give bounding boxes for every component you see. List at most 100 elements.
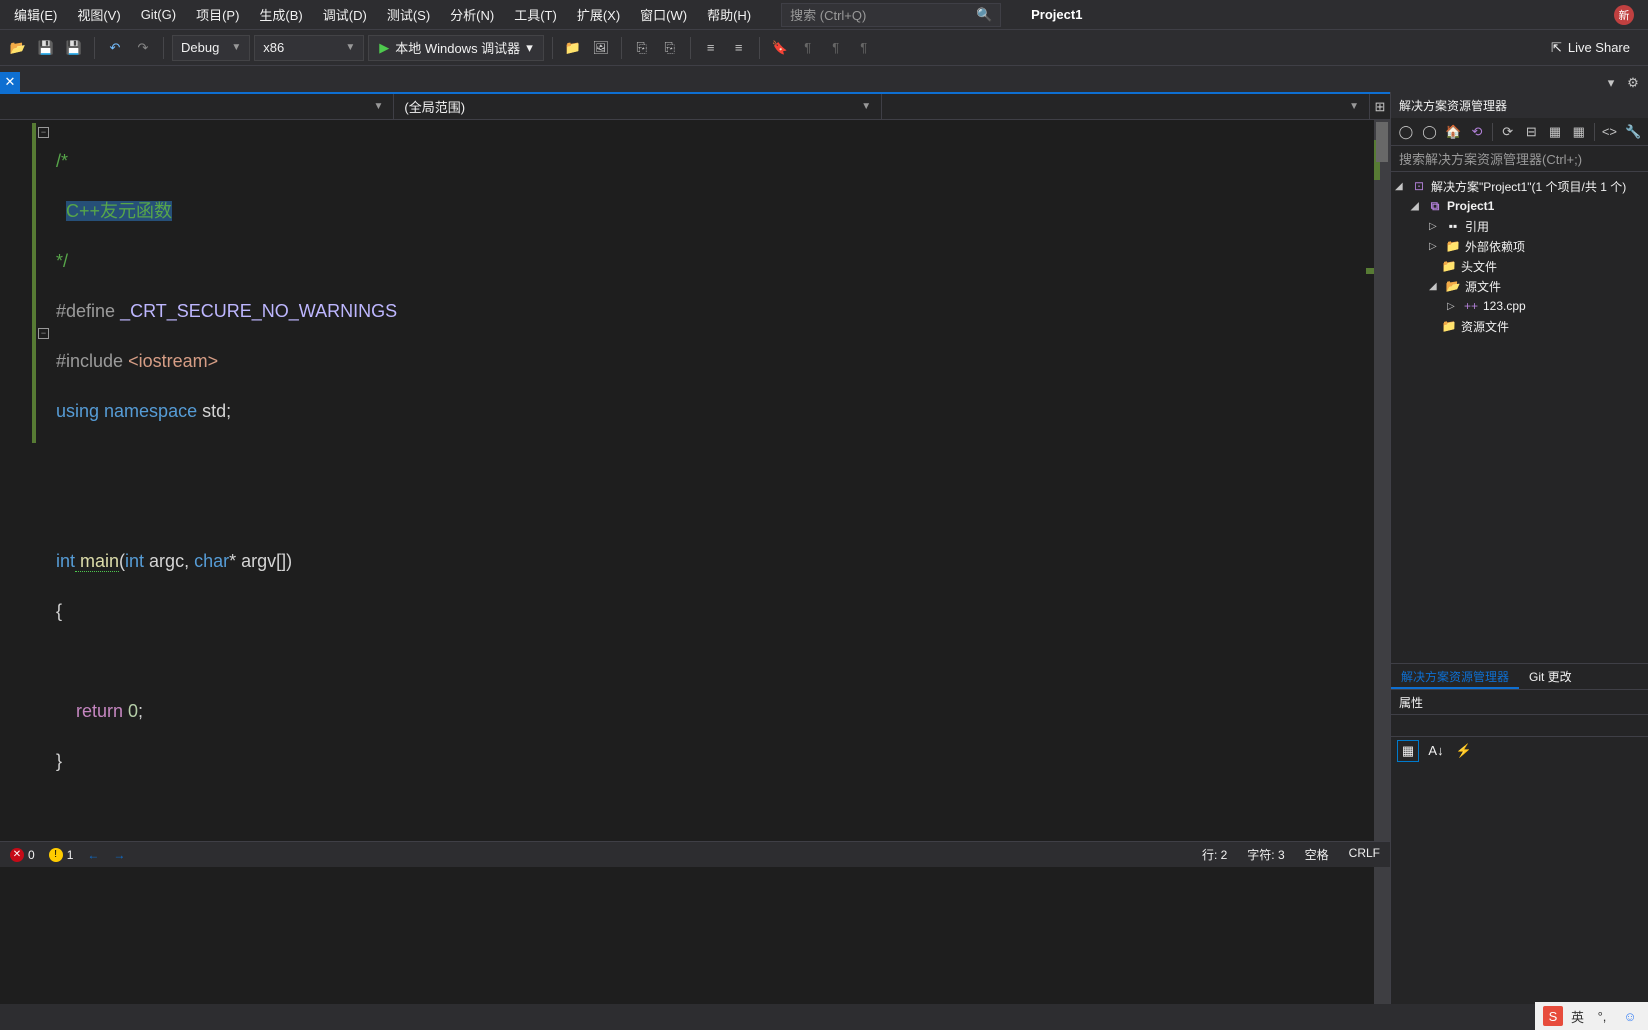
errors-indicator[interactable]: ✕ 0 [10, 848, 35, 862]
properties-panel: 属性 ▦ A↓ ⚡ [1391, 689, 1648, 1004]
expand-icon[interactable]: ▷ [1447, 301, 1459, 312]
liveshare-label: Live Share [1568, 40, 1630, 55]
undo-icon[interactable]: ↶ [103, 36, 127, 60]
fold-column: − − [36, 120, 56, 1004]
save-all-icon[interactable]: 💾 [62, 36, 86, 60]
solution-tree: ◢ ⊡ 解决方案"Project1"(1 个项目/共 1 个) ◢ ⧉ Proj… [1391, 172, 1648, 663]
menu-build[interactable]: 生成(B) [249, 1, 312, 28]
code-editor[interactable]: − − /* C++友元函数 */ #define _CRT_SECURE_NO… [0, 120, 1390, 1004]
ime-lang[interactable]: 英 [1571, 1007, 1584, 1026]
redo-icon[interactable]: ↷ [131, 36, 155, 60]
tree-solution-root[interactable]: ◢ ⊡ 解决方案"Project1"(1 个项目/共 1 个) [1391, 176, 1648, 196]
split-icon[interactable]: ⊞ [1370, 94, 1390, 119]
menu-analyze[interactable]: 分析(N) [440, 1, 504, 28]
refresh-icon[interactable]: ⟳ [1497, 121, 1519, 143]
tree-headers[interactable]: 📁 头文件 [1391, 256, 1648, 276]
properties-selector[interactable] [1391, 714, 1648, 736]
categorized-icon[interactable]: ▦ [1397, 740, 1419, 762]
expand-icon[interactable]: ◢ [1429, 281, 1441, 292]
step-icon[interactable]: ⎘ [658, 36, 682, 60]
events-icon[interactable]: ⚡ [1453, 740, 1475, 762]
nav-forward[interactable]: → [113, 848, 125, 862]
back-icon[interactable]: ◯ [1395, 121, 1417, 143]
fold-minus-icon[interactable]: − [38, 328, 49, 339]
separator [94, 37, 95, 59]
alphabetical-icon[interactable]: A↓ [1425, 740, 1447, 762]
comment-icon[interactable]: ¶ [824, 36, 848, 60]
expand-icon[interactable]: ▷ [1429, 221, 1441, 232]
menu-view[interactable]: 视图(V) [67, 1, 130, 28]
properties-icon[interactable]: ▦ [1568, 121, 1590, 143]
start-debug-button[interactable]: ▶ 本地 Windows 调试器 ▾ [368, 35, 544, 61]
nav-project-dropdown[interactable]: ▼ [0, 94, 394, 119]
liveshare-button[interactable]: ⇱ Live Share [1539, 40, 1642, 56]
search-placeholder: 搜索 (Ctrl+Q) [790, 5, 976, 24]
menu-window[interactable]: 窗口(W) [630, 1, 697, 28]
warning-icon: ! [49, 848, 63, 862]
fold-minus-icon[interactable]: − [38, 127, 49, 138]
nav-back[interactable]: ← [87, 848, 99, 862]
view-code-icon[interactable]: <> [1599, 121, 1621, 143]
tree-label: 123.cpp [1483, 299, 1526, 313]
home-icon[interactable]: 🏠 [1442, 121, 1464, 143]
solution-search[interactable]: 搜索解决方案资源管理器(Ctrl+;) [1391, 146, 1648, 172]
step-icon[interactable]: ⎘ [630, 36, 654, 60]
menu-extensions[interactable]: 扩展(X) [567, 1, 630, 28]
show-all-icon[interactable]: ▦ [1544, 121, 1566, 143]
ime-punct-icon[interactable]: °, [1592, 1006, 1612, 1026]
outdent-icon[interactable]: ≡ [727, 36, 751, 60]
save-icon[interactable]: 💾 [34, 36, 58, 60]
spaces-indicator[interactable]: 空格 [1305, 846, 1329, 863]
settings-icon[interactable]: ⚙ [1624, 74, 1642, 92]
tree-resources[interactable]: 📁 资源文件 [1391, 316, 1648, 336]
tab-git-changes[interactable]: Git 更改 [1519, 664, 1582, 689]
tree-references[interactable]: ▷ ▪▪ 引用 [1391, 216, 1648, 236]
nav-member-dropdown[interactable]: ▼ [882, 94, 1370, 119]
comment-icon[interactable]: ¶ [852, 36, 876, 60]
char-indicator[interactable]: 字符: 3 [1247, 846, 1284, 863]
menu-debug[interactable]: 调试(D) [313, 1, 377, 28]
new-folder-icon[interactable]: 📁 [561, 36, 585, 60]
menu-help[interactable]: 帮助(H) [697, 1, 761, 28]
tree-external-deps[interactable]: ▷ 📁 外部依赖项 [1391, 236, 1648, 256]
menu-project[interactable]: 项目(P) [186, 1, 249, 28]
tab-dropdown-icon[interactable]: ▾ [1602, 74, 1620, 92]
nav-scope-dropdown[interactable]: (全局范围) ▼ [394, 94, 882, 119]
config-dropdown[interactable]: Debug ▼ [172, 35, 250, 61]
code-text: using [56, 401, 99, 421]
open-icon[interactable]: 📂 [6, 36, 30, 60]
tab-solution-explorer[interactable]: 解决方案资源管理器 [1391, 664, 1519, 689]
expand-icon[interactable]: ◢ [1395, 181, 1407, 192]
menu-test[interactable]: 测试(S) [377, 1, 440, 28]
wrench-icon[interactable]: 🔧 [1622, 121, 1644, 143]
menu-edit[interactable]: 编辑(E) [4, 1, 67, 28]
warnings-indicator[interactable]: ! 1 [49, 848, 74, 862]
code-content[interactable]: /* C++友元函数 */ #define _CRT_SECURE_NO_WAR… [56, 120, 1390, 1004]
ime-logo-icon[interactable]: S [1543, 1006, 1563, 1026]
collapse-icon[interactable]: ⊟ [1521, 121, 1543, 143]
indent-icon[interactable]: ≡ [699, 36, 723, 60]
line-indicator[interactable]: 行: 2 [1202, 846, 1227, 863]
tree-source-file[interactable]: ▷ ++ 123.cpp [1391, 296, 1648, 316]
bookmark-icon[interactable]: 🔖 [768, 36, 792, 60]
menu-bar: 编辑(E) 视图(V) Git(G) 项目(P) 生成(B) 调试(D) 测试(… [0, 0, 1648, 30]
search-placeholder: 搜索解决方案资源管理器(Ctrl+;) [1399, 149, 1582, 168]
tree-project[interactable]: ◢ ⧉ Project1 [1391, 196, 1648, 216]
menu-tools[interactable]: 工具(T) [504, 1, 567, 28]
forward-icon[interactable]: ◯ [1419, 121, 1441, 143]
menu-git[interactable]: Git(G) [131, 3, 186, 26]
comment-icon[interactable]: ¶ [796, 36, 820, 60]
image-icon[interactable]: 🖼 [589, 36, 613, 60]
vertical-scrollbar[interactable] [1374, 120, 1390, 1004]
new-badge[interactable]: 新 [1614, 5, 1634, 25]
crlf-indicator[interactable]: CRLF [1349, 846, 1380, 863]
expand-icon[interactable]: ▷ [1429, 241, 1441, 252]
expand-icon[interactable]: ◢ [1411, 201, 1423, 212]
platform-dropdown[interactable]: x86 ▼ [254, 35, 364, 61]
sync-icon[interactable]: ⟲ [1466, 121, 1488, 143]
tree-sources[interactable]: ◢ 📂 源文件 [1391, 276, 1648, 296]
tab-close-button[interactable]: ✕ [0, 72, 20, 92]
ime-emoji-icon[interactable]: ☺ [1620, 1006, 1640, 1026]
search-box[interactable]: 搜索 (Ctrl+Q) 🔍 [781, 3, 1001, 27]
scrollbar-thumb[interactable] [1376, 122, 1388, 162]
